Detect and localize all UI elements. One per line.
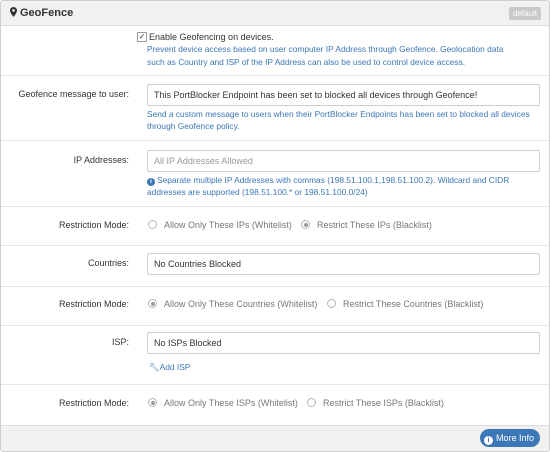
geofence-panel: GeoFence default ✓ Enable Geofencing on …: [0, 0, 550, 452]
more-info-button[interactable]: i More Info: [479, 429, 540, 447]
ip-input[interactable]: All IP Addresses Allowed: [147, 150, 540, 172]
panel-title: GeoFence: [20, 7, 74, 19]
message-row: Geofence message to user: This PortBlock…: [1, 76, 549, 141]
ip-mode-row: Restriction Mode: Allow Only These IPs (…: [1, 207, 549, 246]
country-blacklist-label: Restrict These Countries (Blacklist): [343, 299, 484, 309]
ip-help-text1: Separate multiple IP Addresses with comm…: [157, 175, 510, 185]
info-circle-icon: i: [483, 436, 493, 445]
ip-blacklist-label: Restrict These IPs (Blacklist): [317, 220, 432, 230]
panel-footer: i More Info: [1, 425, 549, 451]
isp-input[interactable]: No ISPs Blocked: [147, 332, 540, 354]
countries-input[interactable]: No Countries Blocked: [147, 253, 540, 275]
ip-whitelist-radio[interactable]: [148, 220, 157, 229]
enable-geofence-checkbox[interactable]: ✓: [137, 32, 147, 42]
ip-help-line1: i Separate multiple IP Addresses with com…: [147, 174, 547, 186]
isp-whitelist-label: Allow Only These ISPs (Whitelist): [164, 398, 298, 408]
default-badge: default: [508, 7, 541, 20]
add-isp-label: Add ISP: [159, 362, 191, 372]
isp-whitelist-radio[interactable]: [148, 398, 157, 407]
enable-help-line1: Prevent device access based on user comp…: [147, 44, 504, 54]
info-icon: i: [147, 178, 155, 186]
country-mode-label: Restriction Mode:: [58, 299, 129, 309]
message-label: Geofence message to user:: [18, 89, 129, 99]
message-help-line2: through Geofence policy.: [147, 121, 240, 131]
message-help-line1: Send a custom message to users when thei…: [147, 109, 530, 119]
country-blacklist-radio[interactable]: [327, 299, 336, 308]
countries-label: Countries:: [87, 258, 129, 268]
isp-label: ISP:: [111, 337, 129, 347]
add-isp-link[interactable]: 🔧︎Add ISP: [149, 362, 190, 373]
message-input[interactable]: This PortBlocker Endpoint has been set t…: [147, 84, 540, 106]
ip-row: IP Addresses: All IP Addresses Allowed i…: [1, 141, 549, 207]
ip-whitelist-label: Allow Only These IPs (Whitelist): [164, 220, 292, 230]
country-whitelist-radio[interactable]: [148, 299, 157, 308]
isp-mode-label: Restriction Mode:: [58, 398, 129, 408]
countries-row: Countries: No Countries Blocked: [1, 246, 549, 287]
wrench-icon: 🔧︎: [149, 362, 160, 372]
ip-label: IP Addresses:: [73, 155, 129, 165]
isp-blacklist-label: Restrict These ISPs (Blacklist): [323, 398, 444, 408]
enable-geofence-label: Enable Geofencing on devices.: [149, 32, 274, 42]
more-info-label: More Info: [495, 433, 534, 443]
isp-blacklist-radio[interactable]: [307, 398, 316, 407]
ip-mode-label: Restriction Mode:: [58, 220, 129, 230]
enable-row: ✓ Enable Geofencing on devices. Prevent …: [1, 26, 549, 76]
country-whitelist-label: Allow Only These Countries (Whitelist): [164, 299, 318, 309]
isp-mode-row: Restriction Mode: Allow Only These ISPs …: [1, 385, 549, 424]
ip-help-line2: addresses are supported (198.51.100.* or…: [147, 187, 368, 197]
isp-row: ISP: No ISPs Blocked 🔧︎Add ISP: [1, 326, 549, 385]
map-marker-icon: [10, 7, 17, 20]
country-mode-row: Restriction Mode: Allow Only These Count…: [1, 287, 549, 326]
enable-help-line2: such as Country and ISP of the IP Addres…: [147, 57, 466, 67]
panel-header: GeoFence default: [1, 1, 549, 26]
ip-blacklist-radio[interactable]: [301, 220, 310, 229]
panel-title-wrap: GeoFence: [10, 7, 73, 20]
